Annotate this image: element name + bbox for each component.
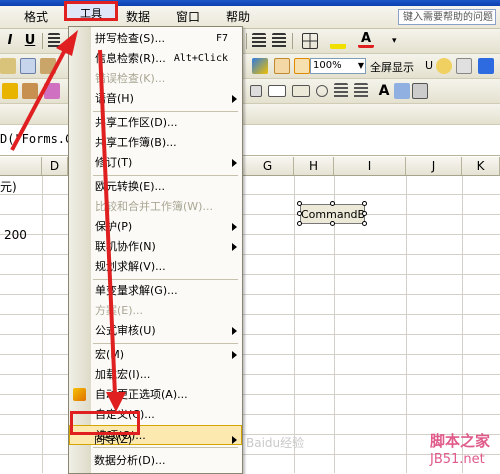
annotation-arrows: [10, 30, 126, 412]
watermark-baidu: Baidu经验: [246, 436, 305, 450]
arrowhead-icon: [56, 30, 78, 56]
arrow-to-tools-menu: [10, 47, 68, 151]
arrowhead-icon: [106, 392, 126, 412]
watermark-jb51-url: JB51.net: [430, 452, 485, 467]
arrow-to-options: [98, 49, 117, 396]
watermark-jb51-cn: 脚本之家: [430, 432, 491, 450]
